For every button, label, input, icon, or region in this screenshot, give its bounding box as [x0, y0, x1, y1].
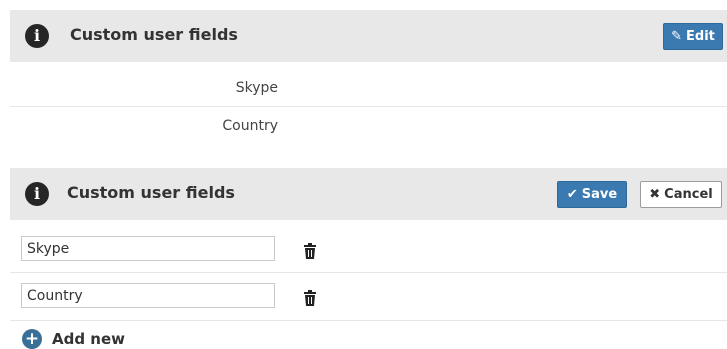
x-icon: ✖ [649, 187, 661, 202]
field-input-country[interactable] [21, 283, 275, 308]
cancel-button-label: Cancel [664, 187, 713, 202]
edit-button-label: Edit [686, 29, 715, 44]
row-divider [10, 320, 727, 321]
edit-button[interactable]: ✎ Edit [663, 23, 723, 50]
add-new-button[interactable]: + Add new [22, 329, 125, 349]
field-label-skype: Skype [235, 80, 278, 96]
view-panel-title: Custom user fields [70, 25, 238, 44]
view-panel-header: i Custom user fields ✎ Edit [10, 10, 727, 62]
pencil-icon: ✎ [671, 29, 683, 44]
info-icon: i [25, 182, 49, 206]
cancel-button[interactable]: ✖ Cancel [640, 181, 722, 208]
row-divider [10, 272, 727, 273]
field-label-country: Country [222, 118, 278, 134]
save-button-label: Save [581, 187, 618, 202]
trash-icon[interactable] [303, 243, 317, 259]
edit-panel-header: i Custom user fields ✔ Save ✖ Cancel [10, 168, 727, 220]
check-icon: ✔ [566, 187, 578, 202]
edit-panel-title: Custom user fields [67, 183, 235, 202]
row-divider [10, 106, 727, 107]
plus-circle-icon: + [22, 329, 42, 349]
save-button[interactable]: ✔ Save [557, 181, 627, 208]
add-new-label: Add new [52, 330, 126, 348]
trash-icon[interactable] [303, 290, 317, 306]
field-input-skype[interactable] [21, 236, 275, 261]
info-icon: i [25, 24, 49, 48]
